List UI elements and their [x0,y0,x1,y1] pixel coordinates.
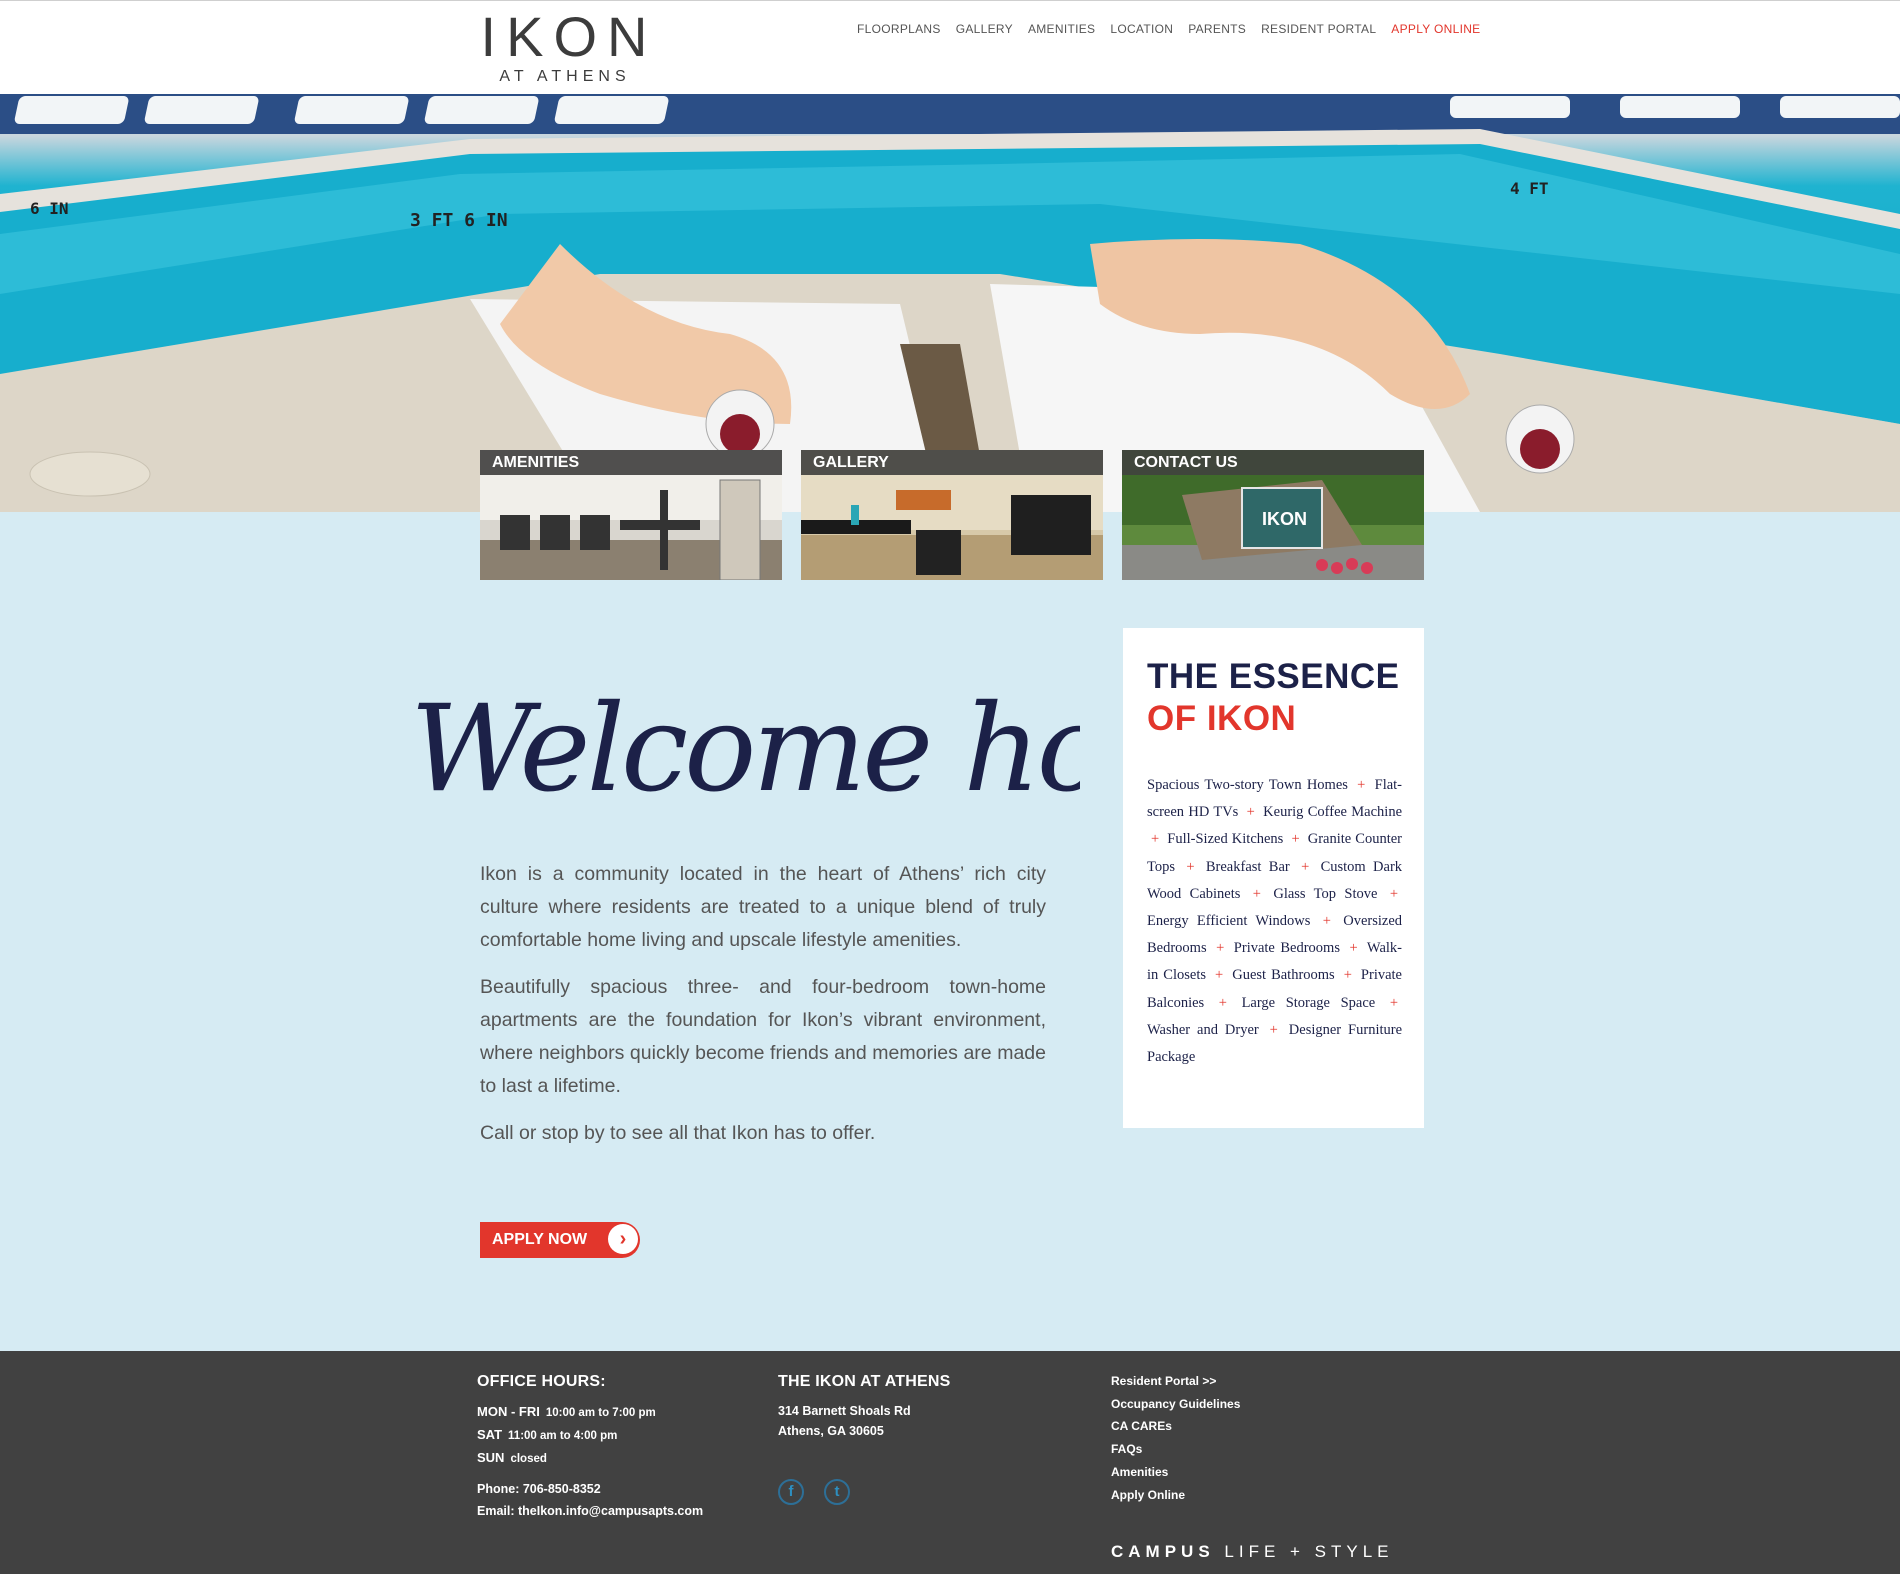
office-hours-heading: OFFICE HOURS: [477,1373,606,1390]
welcome-heading-text: Welcome home [410,680,1080,819]
plus-separator-icon: + [1322,913,1331,930]
feature-item: Glass Top Stove [1273,885,1378,902]
logo-subtitle: AT ATHENS [499,68,631,85]
campus-tagline: CAMPUS LIFE + STYLE [1111,1542,1394,1561]
plus-separator-icon: + [1357,777,1366,793]
feature-item: Guest Bathrooms [1232,967,1335,984]
logo-wordmark: IKON [480,5,658,68]
apply-now-label: APPLY NOW [492,1231,588,1248]
intro-paragraph-1: Ikon is a community located in the heart… [480,863,1046,951]
plus-separator-icon: + [1269,1021,1278,1038]
twitter-icon[interactable]: t [824,1479,850,1505]
depth-marker-3: 4 FT [1510,179,1549,198]
intro-paragraph-2: Beautifully spacious three- and four-bed… [480,976,1046,1097]
intro-text: Ikon is a community located in the heart… [480,858,1046,1164]
office-hours: OFFICE HOURS: MON - FRI 10:00 am to 7:00 … [477,1373,703,1522]
social-links: f t [778,1479,850,1505]
welcome-heading: Welcome home [410,680,1080,819]
plus-separator-icon: + [1349,940,1358,957]
address-line2: Athens, GA 30605 [778,1424,884,1438]
depth-marker-2: 3 FT 6 IN [410,210,508,231]
address-block: THE IKON AT ATHENS 314 Barnett Shoals Rd… [778,1373,950,1441]
nav-location[interactable]: LOCATION [1110,22,1173,36]
apply-now-button[interactable]: APPLY NOW › [480,1222,640,1258]
nav-amenities[interactable]: AMENITIES [1028,22,1095,36]
address-heading: THE IKON AT ATHENS [778,1373,951,1390]
depth-marker-1: 6 IN [30,199,69,218]
plus-separator-icon: + [1215,967,1224,984]
phone[interactable]: Phone: 706-850-8352 [477,1478,703,1500]
footer-link-resident-portal[interactable]: Resident Portal >> [1111,1370,1240,1393]
nav-parents[interactable]: PARENTS [1188,22,1246,36]
site-header: IKON AT ATHENS FLOORPLANS GALLERY AMENIT… [0,0,1900,95]
feature-item: Keurig Coffee Machine [1263,804,1402,821]
hero-building [0,94,1900,134]
card-amenities[interactable]: AMENITIES [480,450,782,580]
plus-separator-icon: + [1389,885,1398,902]
email[interactable]: Email: theIkon.info@campusapts.com [477,1500,703,1522]
plus-separator-icon: + [1246,804,1255,821]
feature-list: Spacious Two-story Town Homes + Flat-scr… [1147,772,1402,1071]
feature-item: Spacious Two-story Town Homes [1147,777,1348,793]
nav-gallery[interactable]: GALLERY [956,22,1013,36]
site-footer: OFFICE HOURS: MON - FRI 10:00 am to 7:00 … [0,1351,1900,1574]
feature-item: Breakfast Bar [1205,858,1290,875]
plus-separator-icon: + [1186,858,1195,875]
essence-title: THE ESSENCE OF IKON [1147,656,1402,740]
footer-link-faqs[interactable]: FAQs [1111,1438,1240,1461]
address-line1: 314 Barnett Shoals Rd [778,1404,911,1418]
essence-box: THE ESSENCE OF IKON Spacious Two-story T… [1123,628,1424,1128]
plus-separator-icon: + [1343,967,1352,984]
plus-separator-icon: + [1301,858,1310,875]
sign-text: IKON [1262,509,1307,529]
hours-row: MON - FRI 10:00 am to 7:00 pm [477,1404,656,1419]
facebook-icon[interactable]: f [778,1479,804,1505]
footer-link-ca-cares[interactable]: CA CAREs [1111,1415,1240,1438]
feature-item: Full-Sized Kitchens [1167,831,1284,848]
nav-resident-portal[interactable]: RESIDENT PORTAL [1261,22,1376,36]
chevron-right-icon: › [608,1224,638,1254]
hours-row: SAT 11:00 am to 4:00 pm [477,1427,618,1442]
plus-separator-icon: + [1218,994,1227,1011]
feature-item: Large Storage Space [1241,994,1376,1011]
main-nav: FLOORPLANS GALLERY AMENITIES LOCATION PA… [857,22,1481,36]
essence-title-line1: THE ESSENCE [1147,657,1400,696]
card-amenities-label: AMENITIES [480,450,782,475]
footer-link-occupancy[interactable]: Occupancy Guidelines [1111,1393,1240,1416]
feature-item: Private Bedrooms [1233,940,1340,957]
nav-apply-online[interactable]: APPLY ONLINE [1391,22,1480,36]
nav-floorplans[interactable]: FLOORPLANS [857,22,941,36]
card-contact-us[interactable]: CONTACT US IKON [1122,450,1424,580]
logo[interactable]: IKON AT ATHENS [470,7,660,86]
intro-paragraph-3: Call or stop by to see all that Ikon has… [480,1122,876,1144]
footer-link-amenities[interactable]: Amenities [1111,1461,1240,1484]
plus-separator-icon: + [1151,831,1160,848]
footer-link-apply-online[interactable]: Apply Online [1111,1484,1240,1507]
plus-separator-icon: + [1252,885,1261,902]
feature-item: Energy Efficient Windows [1147,913,1311,930]
card-gallery[interactable]: GALLERY [801,450,1103,580]
card-gallery-label: GALLERY [801,450,1103,475]
essence-title-line2: OF IKON [1147,699,1297,738]
card-contact-us-label: CONTACT US [1122,450,1424,475]
plus-separator-icon: + [1216,940,1225,957]
footer-links: Resident Portal >> Occupancy Guidelines … [1111,1370,1240,1506]
feature-item: Washer and Dryer [1147,1021,1259,1038]
hours-row: SUN closed [477,1450,547,1465]
plus-separator-icon: + [1291,831,1300,848]
plus-separator-icon: + [1389,994,1398,1011]
